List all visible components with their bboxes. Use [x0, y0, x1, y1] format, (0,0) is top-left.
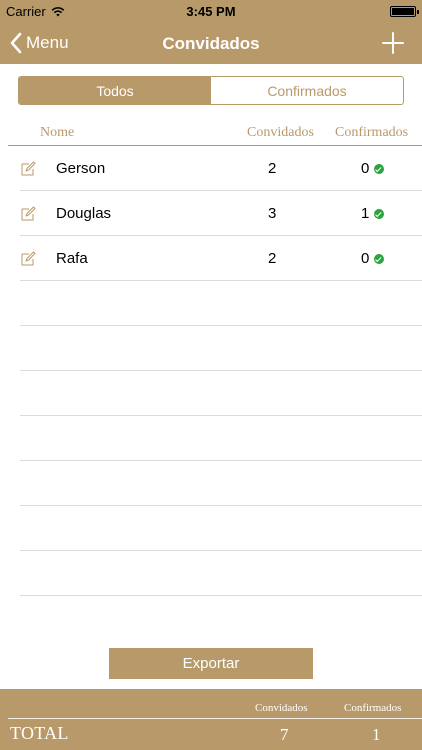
edit-icon[interactable]	[20, 161, 36, 177]
totals-footer: Convidados Confirmados TOTAL 7 1	[0, 689, 422, 750]
column-header-confirmed: Confirmados	[335, 125, 409, 140]
total-confirmed-value: 1	[372, 725, 381, 744]
empty-row-separator	[20, 281, 422, 326]
empty-row-separator	[20, 506, 422, 551]
table-row[interactable]: Rafa 2 0	[20, 236, 422, 281]
battery-icon	[390, 6, 419, 17]
empty-row-separator	[20, 371, 422, 416]
edit-icon[interactable]	[20, 251, 36, 267]
status-bar: Carrier 3:45 PM	[0, 0, 422, 22]
guest-name: Gerson	[56, 160, 106, 177]
table-header: Nome Convidados Confirmados	[8, 116, 422, 146]
navigation-bar: Menu Convidados	[0, 22, 422, 64]
edit-icon[interactable]	[20, 206, 36, 222]
segment-confirmados[interactable]: Confirmados	[211, 77, 403, 104]
header: Carrier 3:45 PM Menu Convidados	[0, 0, 422, 64]
empty-row-separator	[20, 416, 422, 461]
empty-row-separator	[20, 551, 422, 596]
table-row[interactable]: Douglas 3 1	[20, 191, 422, 236]
back-label: Menu	[26, 33, 69, 52]
empty-row-separator	[20, 326, 422, 371]
table-row[interactable]: Gerson 2 0	[20, 146, 422, 191]
guest-list: Gerson 2 0 Douglas 3 1 Rafa 2 0	[0, 146, 422, 281]
status-time: 3:45 PM	[186, 4, 236, 19]
confirmed-count: 0	[361, 160, 370, 177]
column-header-guests: Convidados	[247, 125, 314, 140]
check-circle-icon	[374, 164, 384, 174]
guest-name: Douglas	[56, 205, 112, 222]
export-button[interactable]: Exportar	[109, 648, 313, 679]
total-label: TOTAL	[10, 723, 69, 743]
guest-name: Rafa	[56, 250, 88, 267]
footer-divider	[8, 718, 422, 719]
footer-guests-label: Convidados	[255, 702, 308, 714]
back-button[interactable]: Menu	[10, 30, 69, 56]
total-guests-value: 7	[280, 725, 289, 744]
check-circle-icon	[374, 209, 384, 219]
guest-count: 2	[268, 250, 277, 267]
confirmed-count: 1	[361, 205, 370, 222]
confirmed-count: 0	[361, 250, 370, 267]
guest-count: 2	[268, 160, 277, 177]
segment-todos[interactable]: Todos	[19, 77, 211, 104]
check-circle-icon	[374, 254, 384, 264]
empty-row-separator	[20, 461, 422, 506]
footer-confirmed-label: Confirmados	[344, 702, 402, 714]
column-header-name: Nome	[40, 125, 75, 140]
guest-count: 3	[268, 205, 277, 222]
plus-icon[interactable]	[378, 28, 408, 58]
chevron-left-icon	[10, 32, 22, 54]
empty-rows	[20, 281, 422, 596]
filter-segmented-control: Todos Confirmados	[18, 76, 404, 105]
